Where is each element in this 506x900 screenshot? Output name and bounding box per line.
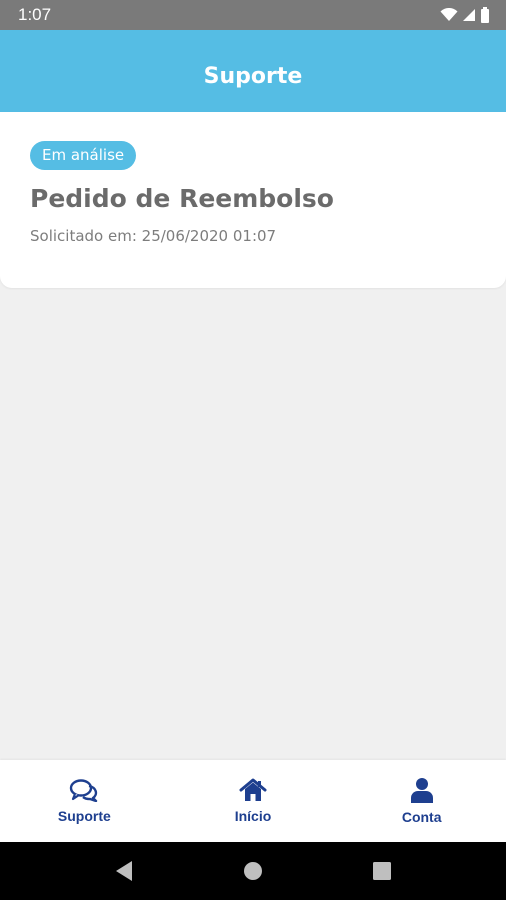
system-recents-button[interactable]	[362, 851, 402, 891]
battery-icon	[481, 7, 489, 23]
request-card[interactable]: Em análise Pedido de Reembolso Solicitad…	[0, 112, 506, 288]
request-title: Pedido de Reembolso	[30, 184, 334, 213]
nav-label-suporte: Suporte	[57, 808, 111, 824]
recents-icon	[372, 862, 391, 880]
home-circle-icon	[243, 862, 262, 880]
request-date: Solicitado em: 25/06/2020 01:07	[30, 227, 277, 245]
signal-icon	[463, 9, 475, 21]
system-back-button[interactable]	[104, 851, 144, 891]
card-top-edge	[0, 112, 506, 124]
app-bar: Suporte	[0, 30, 506, 112]
chat-bubbles-icon	[70, 779, 98, 802]
status-badge: Em análise	[30, 141, 137, 170]
status-bar: 1:07	[0, 0, 506, 30]
nav-label-inicio: Início	[234, 808, 272, 824]
user-icon	[410, 778, 433, 803]
back-icon	[116, 861, 133, 881]
status-icons	[440, 7, 490, 23]
nav-item-conta[interactable]: Conta	[337, 760, 506, 842]
home-icon	[239, 778, 267, 801]
nav-item-inicio[interactable]: Início	[169, 760, 338, 842]
wifi-icon	[440, 8, 458, 21]
nav-item-suporte[interactable]: Suporte	[0, 760, 169, 842]
nav-label-conta: Conta	[401, 809, 442, 825]
status-time: 1:07	[18, 5, 52, 24]
page-title: Suporte	[203, 63, 303, 89]
bottom-nav: Suporte Início Conta	[0, 760, 506, 842]
system-home-button[interactable]	[233, 851, 273, 891]
system-nav-bar	[0, 842, 506, 900]
